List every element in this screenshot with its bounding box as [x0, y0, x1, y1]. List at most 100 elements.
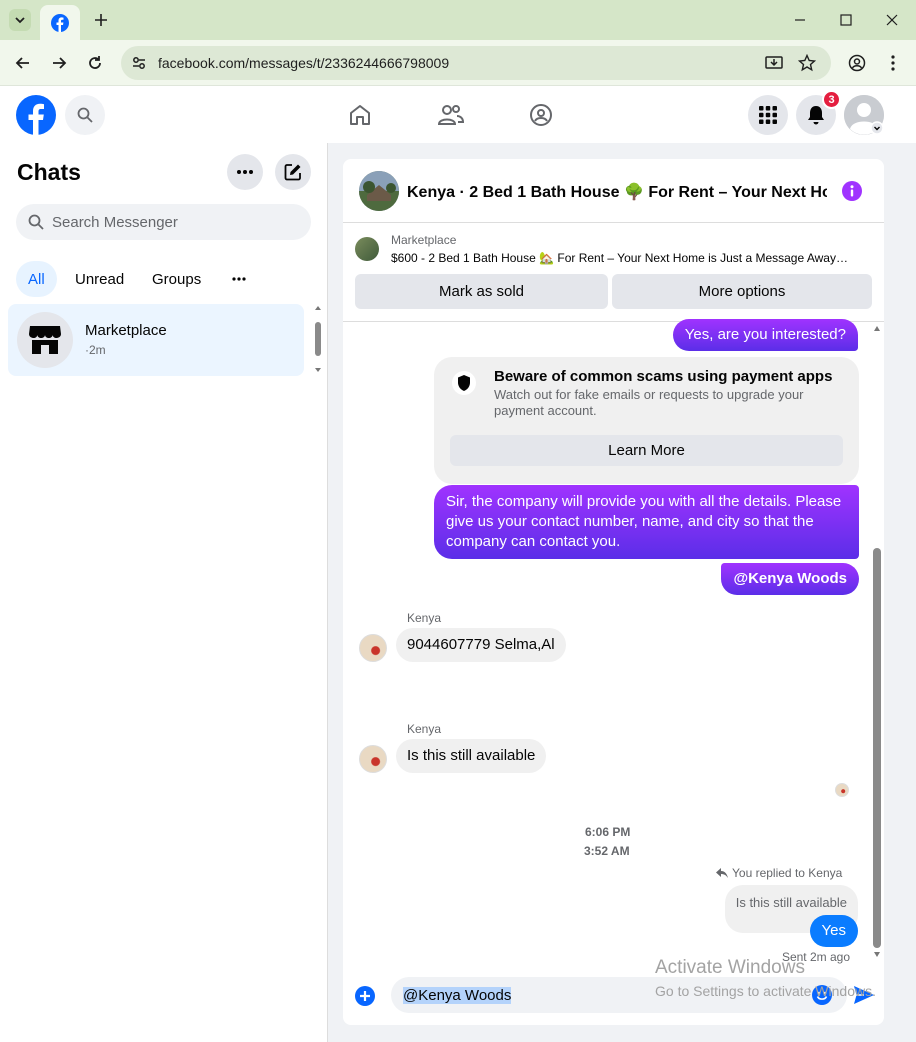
site-settings-icon[interactable]: [131, 55, 147, 71]
chat-time: ·2m: [85, 343, 106, 357]
marketplace-avatar: [17, 312, 73, 368]
new-tab-button[interactable]: [90, 9, 112, 31]
nav-home[interactable]: [342, 99, 378, 131]
listing-thumbnail[interactable]: [355, 237, 379, 261]
chats-title: Chats: [17, 159, 81, 185]
search-messenger-input[interactable]: Search Messenger: [16, 204, 311, 240]
message-incoming[interactable]: Is this still available: [396, 739, 547, 773]
close-window-button[interactable]: [869, 5, 915, 35]
more-horizontal-icon: [237, 170, 253, 174]
chat-list-item-marketplace[interactable]: Marketplace ·2m: [8, 304, 304, 376]
grid-menu-icon: [759, 106, 777, 124]
nav-friends[interactable]: [433, 99, 469, 131]
install-app-icon[interactable]: [765, 54, 783, 72]
activate-windows-watermark: Activate Windows Go to Settings to activ…: [655, 957, 876, 999]
search-icon: [28, 214, 44, 230]
profile-icon: [848, 54, 866, 72]
sender-avatar[interactable]: [359, 745, 387, 773]
address-bar[interactable]: facebook.com/messages/t/2336244666798009: [121, 46, 831, 80]
conversation-title[interactable]: Kenya · 2 Bed 1 Bath House 🌳 For Rent – …: [407, 182, 827, 202]
scam-warning-card: Beware of common scams using payment app…: [434, 357, 859, 484]
facebook-favicon-icon: [51, 13, 69, 32]
facebook-search-button[interactable]: [65, 95, 105, 135]
filter-groups[interactable]: Groups: [140, 261, 213, 297]
url-text[interactable]: facebook.com/messages/t/2336244666798009: [158, 55, 449, 71]
message-incoming[interactable]: 9044607779 Selma,Al: [396, 628, 566, 662]
facebook-logo-icon[interactable]: [16, 95, 56, 135]
browser-tab-bar: [0, 0, 916, 40]
more-vertical-icon: [891, 55, 895, 71]
compose-icon: [284, 164, 301, 181]
chat-name: Marketplace: [85, 322, 167, 339]
arrow-left-icon: [15, 57, 29, 69]
reload-button[interactable]: [83, 51, 107, 75]
minimize-button[interactable]: [777, 5, 823, 35]
chat-options-button[interactable]: [227, 154, 263, 190]
timestamp: 6:06 PM: [585, 825, 631, 839]
sender-avatar[interactable]: [359, 634, 387, 662]
arrow-right-icon: [53, 57, 67, 69]
bookmark-star-icon[interactable]: [798, 54, 816, 72]
watermark-line-1: Activate Windows: [655, 957, 805, 978]
marketplace-label: Marketplace: [391, 233, 457, 247]
more-horizontal-icon: [232, 277, 246, 281]
watermark-line-2: Go to Settings to activate Windows.: [655, 983, 876, 999]
warning-text: Watch out for fake emails or requests to…: [494, 387, 804, 418]
message-input-text[interactable]: @Kenya Woods: [403, 987, 512, 1004]
home-icon: [350, 105, 370, 125]
account-avatar[interactable]: [844, 95, 884, 135]
storefront-icon: [29, 326, 61, 354]
back-button[interactable]: [11, 51, 35, 75]
reload-icon: [89, 56, 101, 69]
profile-button[interactable]: [845, 51, 869, 75]
conversation-panel: Kenya · 2 Bed 1 Bath House 🌳 For Rent – …: [343, 159, 884, 1025]
learn-more-button[interactable]: Learn More: [450, 435, 843, 466]
mark-as-sold-button[interactable]: Mark as sold: [355, 274, 608, 309]
filter-all[interactable]: All: [16, 261, 57, 297]
chevron-down-icon: [15, 17, 25, 24]
chats-sidebar: Chats Search Messenger All Unread Groups…: [0, 143, 328, 1042]
forward-button[interactable]: [47, 51, 71, 75]
reply-context: You replied to Kenya: [716, 866, 842, 880]
reply-icon: [716, 868, 728, 878]
search-icon: [77, 107, 93, 123]
bell-icon: [808, 106, 824, 125]
marketplace-listing-bar: Marketplace $600 - 2 Bed 1 Bath House 🏡 …: [343, 224, 884, 322]
seen-avatar: [835, 783, 849, 797]
browser-menu-button[interactable]: [881, 51, 905, 75]
reply-context-text: You replied to Kenya: [732, 866, 843, 880]
minimize-icon: [795, 19, 805, 21]
listing-title[interactable]: $600 - 2 Bed 1 Bath House 🏡 For Rent – Y…: [391, 251, 875, 265]
conversation-header: Kenya · 2 Bed 1 Bath House 🌳 For Rent – …: [343, 159, 884, 223]
message-outgoing[interactable]: Sir, the company will provide you with a…: [434, 485, 859, 559]
conversation-avatar[interactable]: [359, 171, 399, 211]
message-thread: Yes, are you interested? Beware of commo…: [343, 319, 884, 969]
filter-unread[interactable]: Unread: [63, 261, 136, 297]
message-outgoing-reply[interactable]: Yes: [809, 915, 858, 947]
friends-icon: [438, 105, 464, 125]
new-message-button[interactable]: [275, 154, 311, 190]
shield-icon: [452, 371, 476, 395]
timestamp: 3:52 AM: [584, 844, 630, 858]
close-icon: [886, 14, 898, 26]
thread-scrollbar[interactable]: [870, 323, 884, 969]
plus-circle-icon[interactable]: [355, 986, 375, 1006]
filter-more-button[interactable]: [220, 261, 258, 297]
search-placeholder: Search Messenger: [52, 214, 178, 231]
default-avatar-icon: [844, 95, 884, 135]
maximize-button[interactable]: [823, 5, 869, 35]
message-outgoing[interactable]: Yes, are you interested?: [672, 319, 858, 351]
message-outgoing-mention[interactable]: @Kenya Woods: [721, 563, 859, 595]
nav-groups[interactable]: [523, 99, 559, 131]
menu-button[interactable]: [748, 95, 788, 135]
browser-tab-facebook[interactable]: [40, 5, 80, 40]
info-icon[interactable]: [842, 181, 862, 201]
browser-toolbar: facebook.com/messages/t/2336244666798009: [0, 40, 916, 86]
groups-icon: [530, 104, 552, 126]
facebook-header: [0, 87, 916, 143]
more-options-button[interactable]: More options: [612, 274, 872, 309]
sidebar-scrollbar[interactable]: [313, 304, 323, 374]
tab-search-button[interactable]: [9, 9, 31, 31]
house-photo-icon: [359, 171, 399, 211]
sender-name: Kenya: [407, 722, 442, 736]
